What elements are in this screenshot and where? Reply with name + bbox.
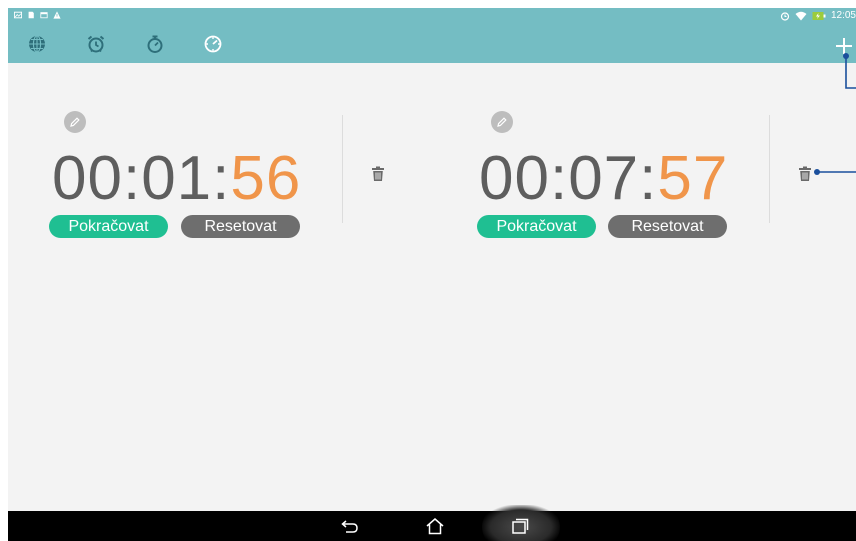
back-icon <box>341 520 358 533</box>
navigation-bar <box>8 505 856 541</box>
home-icon <box>426 518 444 535</box>
home-button[interactable] <box>415 511 455 541</box>
device-screen: 12:05 00:01:56 Pokračovat Resetovat 00:0… <box>8 8 856 541</box>
back-button[interactable] <box>330 511 370 541</box>
recent-apps-icon <box>512 518 529 534</box>
recent-apps-button[interactable] <box>500 511 540 541</box>
callout-lines <box>814 53 856 175</box>
